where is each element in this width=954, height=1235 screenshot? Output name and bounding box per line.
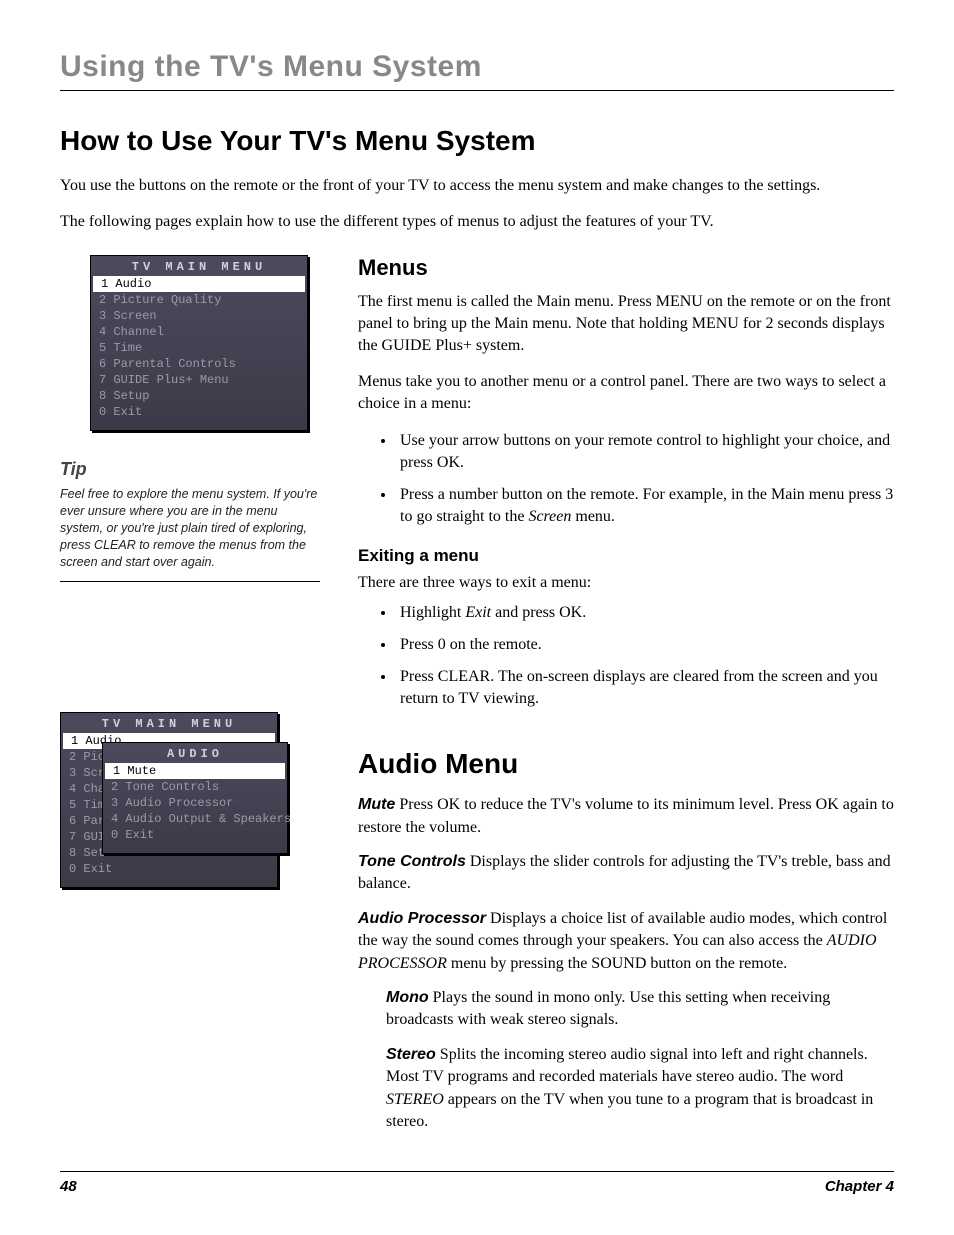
list-item: Press CLEAR. The on-screen displays are …: [396, 666, 894, 710]
osd-item: 5 Time: [91, 340, 307, 356]
osd-item-audio: 1 Audio: [93, 276, 305, 292]
page-number: 48: [60, 1178, 77, 1195]
osd-item: 3 Screen: [91, 308, 307, 324]
osd-sub-item: 0 Exit: [103, 827, 287, 843]
osd-sub-item: 4 Audio Output & Speakers: [103, 811, 287, 827]
term-tone: Tone Controls: [358, 853, 466, 870]
def-tone: Tone Controls Displays the slider contro…: [358, 851, 894, 896]
list-item: Press a number button on the remote. For…: [396, 484, 894, 528]
osd-sub-title: AUDIO: [103, 743, 287, 763]
list-item: Press 0 on the remote.: [396, 634, 894, 656]
menus-p2: Menus take you to another menu or a cont…: [358, 371, 894, 415]
menus-bullet-list: Use your arrow buttons on your remote co…: [358, 430, 894, 528]
osd-item: 7 GUIDE Plus+ Menu: [91, 372, 307, 388]
list-item: Use your arrow buttons on your remote co…: [396, 430, 894, 474]
chapter-label: Chapter 4: [825, 1178, 894, 1195]
osd-back-title: TV MAIN MENU: [61, 713, 277, 733]
term-stereo: Stereo: [386, 1046, 436, 1063]
bullet-text: Press a number button on the remote. For…: [400, 486, 893, 525]
exiting-heading: Exiting a menu: [358, 546, 894, 566]
osd-sub-item: 2 Tone Controls: [103, 779, 287, 795]
menus-p1: The first menu is called the Main menu. …: [358, 291, 894, 357]
term-mute: Mute: [358, 796, 395, 813]
osd-item: 6 Parental Controls: [91, 356, 307, 372]
tip-heading: Tip: [60, 459, 320, 480]
def-mute-text: Press OK to reduce the TV's volume to it…: [358, 796, 894, 835]
menus-heading: Menus: [358, 255, 894, 281]
def-mute: Mute Press OK to reduce the TV's volume …: [358, 794, 894, 839]
osd-sub-item: 3 Audio Processor: [103, 795, 287, 811]
osd-item: 2 Picture Quality: [91, 292, 307, 308]
def-proc: Audio Processor Displays a choice list o…: [358, 908, 894, 975]
osd-title: TV MAIN MENU: [91, 256, 307, 276]
def-mono-text: Plays the sound in mono only. Use this s…: [386, 989, 830, 1028]
list-item: Highlight Exit and press OK.: [396, 602, 894, 624]
osd-item: 8 Setup: [91, 388, 307, 404]
intro-paragraph-1: You use the buttons on the remote or the…: [60, 175, 850, 197]
term-proc: Audio Processor: [358, 910, 486, 927]
tip-body: Feel free to explore the menu system. If…: [60, 486, 320, 581]
osd-main-menu-figure: TV MAIN MENU 1 Audio 2 Picture Quality 3…: [90, 255, 308, 431]
def-stereo-text: Splits the incoming stereo audio signal …: [386, 1046, 873, 1130]
exit-bullet-list: Highlight Exit and press OK. Press 0 on …: [358, 602, 894, 710]
osd-back-item: 0 Exit: [61, 861, 277, 877]
def-stereo: Stereo Splits the incoming stereo audio …: [386, 1044, 894, 1134]
intro-paragraph-2: The following pages explain how to use t…: [60, 211, 850, 233]
osd-item: 0 Exit: [91, 404, 307, 420]
osd-sub-audio-menu: AUDIO 1 Mute 2 Tone Controls 3 Audio Pro…: [102, 742, 288, 854]
exit-intro: There are three ways to exit a menu:: [358, 572, 894, 594]
def-mono: Mono Plays the sound in mono only. Use t…: [386, 987, 894, 1032]
osd-audio-menu-figure: TV MAIN MENU 1 Audio 2 Pict 3 Scre 4 Cha…: [60, 712, 320, 882]
osd-item: 4 Channel: [91, 324, 307, 340]
running-head: Using the TV's Menu System: [60, 50, 894, 91]
audio-menu-heading: Audio Menu: [358, 748, 894, 780]
page-title: How to Use Your TV's Menu System: [60, 125, 894, 157]
term-mono: Mono: [386, 989, 429, 1006]
osd-sub-item: 1 Mute: [105, 763, 285, 779]
